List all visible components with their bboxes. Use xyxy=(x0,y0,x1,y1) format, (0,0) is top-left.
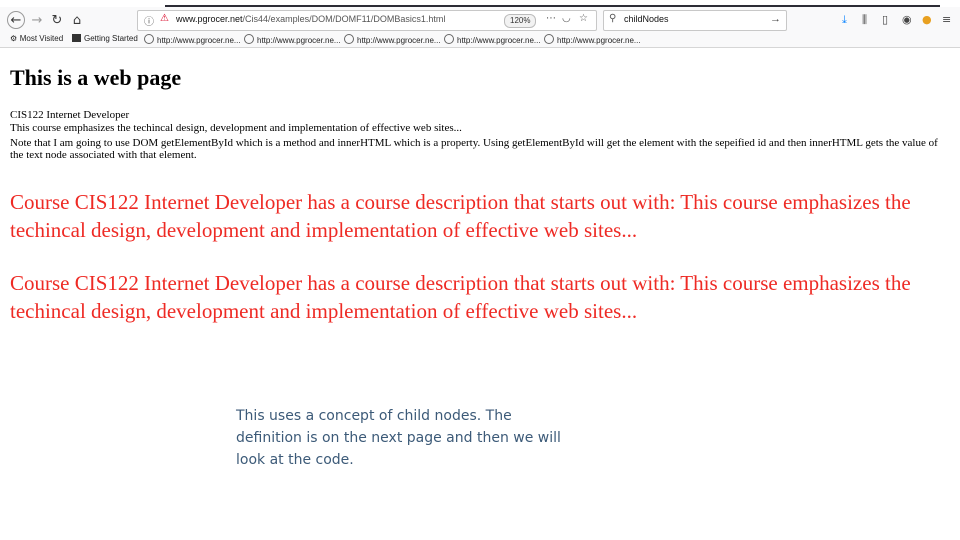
home-icon: ⌂ xyxy=(72,12,82,28)
course-title: CIS122 Internet Developer xyxy=(10,109,130,121)
output-paragraph-1: Course CIS122 Internet Developer has a c… xyxy=(10,190,911,242)
search-bar[interactable]: ⚲ childNodes → xyxy=(603,10,787,31)
download-icon[interactable]: ⤓ xyxy=(842,13,847,27)
globe-icon xyxy=(144,34,154,44)
globe-icon xyxy=(344,34,354,44)
url-bar[interactable]: ⓘ ⚠ www.pgrocer.net/Cis44/examples/DOM/D… xyxy=(137,10,597,31)
bookmark-link[interactable]: http://www.pgrocer.ne... xyxy=(144,34,241,45)
course-description: This course emphasizes the techincal des… xyxy=(10,122,462,134)
reload-icon: ↻ xyxy=(51,12,63,28)
insecure-lock-icon[interactable]: ⚠ xyxy=(160,13,169,24)
arrow-right-icon: → xyxy=(31,12,43,28)
page-actions-icon[interactable]: ⋯ xyxy=(546,13,556,24)
home-button[interactable]: ⌂ xyxy=(68,11,86,29)
zoom-indicator[interactable]: 120% xyxy=(504,14,537,28)
sidebar-icon[interactable]: ▯ xyxy=(882,13,888,26)
menu-icon[interactable]: ≡ xyxy=(942,13,951,26)
search-go-icon[interactable]: → xyxy=(770,13,781,25)
pocket-icon[interactable]: ◡ xyxy=(562,13,571,24)
info-icon[interactable]: ⓘ xyxy=(144,13,154,28)
output-paragraph-2: Course CIS122 Internet Developer has a c… xyxy=(10,271,911,323)
reload-button[interactable]: ↻ xyxy=(48,11,66,29)
bookmark-link[interactable]: http://www.pgrocer.ne... xyxy=(544,34,641,45)
browser-toolbar: ← → ↻ ⌂ ⓘ ⚠ www.pgrocer.net/Cis44/exampl… xyxy=(0,7,960,32)
globe-icon xyxy=(444,34,454,44)
library-icon[interactable]: ⫼ xyxy=(862,13,867,27)
bookmarks-toolbar: ⚙ Most Visited Getting Started http://ww… xyxy=(0,32,960,48)
extension-icon[interactable]: ● xyxy=(922,13,932,26)
gear-icon: ⚙ xyxy=(10,34,20,43)
bookmark-most-visited[interactable]: ⚙ Most Visited xyxy=(10,34,63,43)
window-top-strip xyxy=(0,0,960,7)
explanatory-note: Note that I am going to use DOM getEleme… xyxy=(10,137,938,161)
forward-button[interactable]: → xyxy=(28,11,46,29)
bookmark-getting-started[interactable]: Getting Started xyxy=(72,34,138,43)
bookmark-link[interactable]: http://www.pgrocer.ne... xyxy=(344,34,441,45)
page-heading: This is a web page xyxy=(10,65,182,90)
bookmark-link[interactable]: http://www.pgrocer.ne... xyxy=(444,34,541,45)
search-icon: ⚲ xyxy=(609,13,617,24)
globe-icon xyxy=(544,34,554,44)
bookmark-star-icon[interactable]: ☆ xyxy=(579,13,588,24)
back-button[interactable]: ← xyxy=(7,11,25,29)
account-icon[interactable]: ◉ xyxy=(902,13,912,26)
globe-icon xyxy=(244,34,254,44)
arrow-left-icon: ← xyxy=(10,12,22,28)
firefox-icon xyxy=(72,34,81,42)
search-input[interactable]: childNodes xyxy=(624,14,669,24)
bookmark-link[interactable]: http://www.pgrocer.ne... xyxy=(244,34,341,45)
url-text[interactable]: www.pgrocer.net/Cis44/examples/DOM/DOMF1… xyxy=(176,14,445,24)
slide-caption: This uses a concept of child nodes. The … xyxy=(236,408,561,468)
